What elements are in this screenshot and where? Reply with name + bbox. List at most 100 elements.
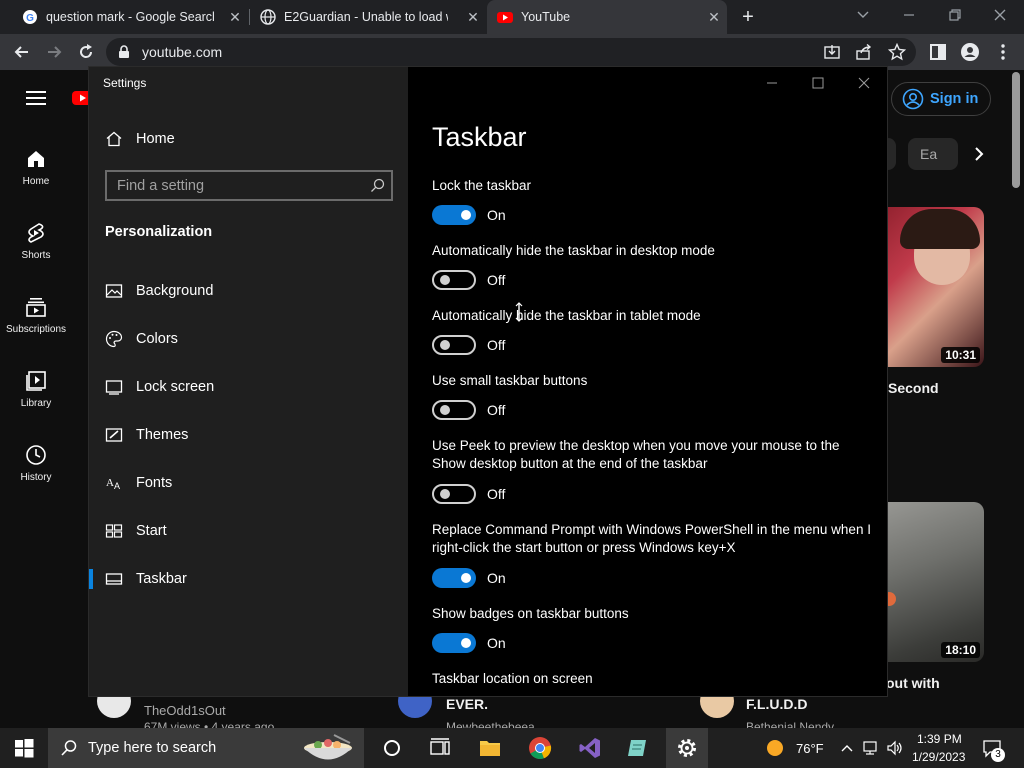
yt-nav-home[interactable]: Home (0, 148, 72, 187)
toggle-knob (440, 405, 450, 415)
nav-lock-screen[interactable]: Lock screen (89, 367, 408, 407)
peek-toggle[interactable] (432, 484, 476, 504)
address-bar[interactable]: youtube.com (106, 38, 916, 66)
taskbar-icon (105, 573, 123, 585)
close-tab-icon[interactable]: ✕ (228, 10, 242, 24)
scrollbar-thumb[interactable] (1012, 72, 1020, 188)
group-heading: Personalization (105, 224, 213, 240)
settings-sidebar: Settings Home Personalization Background… (89, 67, 408, 696)
browser-tab-google[interactable]: G question mark - Google Search ✕ (8, 0, 248, 34)
chevron-up-icon[interactable] (840, 742, 854, 754)
nav-start[interactable]: Start (89, 511, 408, 551)
notepad-icon[interactable] (626, 736, 650, 760)
network-icon[interactable] (862, 740, 880, 756)
browser-tab-youtube[interactable]: YouTube ✕ (487, 0, 727, 34)
close-icon[interactable] (854, 73, 874, 93)
reload-icon[interactable] (76, 42, 96, 62)
lock-taskbar-toggle[interactable] (432, 205, 476, 225)
taskbar-search-box[interactable]: Type here to search (48, 728, 364, 768)
toggle-knob (440, 275, 450, 285)
search-icon (61, 740, 77, 756)
close-window-icon[interactable] (993, 8, 1007, 22)
yt-nav-shorts[interactable]: Shorts (0, 222, 72, 261)
browser-tab-strip: G question mark - Google Search ✕ E2Guar… (0, 0, 1024, 34)
more-vertical-icon[interactable] (993, 42, 1013, 62)
maximize-icon[interactable] (808, 73, 828, 93)
channel-name[interactable]: TheOdd1sOut (144, 703, 226, 718)
autohide-tablet-toggle[interactable] (432, 335, 476, 355)
chevron-right-icon[interactable] (972, 146, 986, 162)
autohide-desktop-toggle[interactable] (432, 270, 476, 290)
badges-toggle[interactable] (432, 633, 476, 653)
minimize-icon[interactable] (902, 8, 916, 22)
video-title[interactable]: Second (888, 380, 939, 396)
close-tab-icon[interactable]: ✕ (466, 10, 480, 24)
nav-label: Background (136, 283, 214, 299)
nav-label: Home (136, 131, 175, 147)
nav-home[interactable]: Home (89, 119, 408, 159)
nav-taskbar[interactable]: Taskbar (89, 559, 408, 599)
taskbar-search-placeholder: Type here to search (88, 740, 217, 756)
volume-icon[interactable] (886, 740, 904, 756)
text-cursor-icon (515, 302, 523, 322)
setting-label: Automatically hide the taskbar in tablet… (432, 308, 701, 323)
windows-taskbar: Type here to search 76°F 1:39 PM 1/29/20… (0, 728, 1024, 768)
side-panel-icon[interactable] (928, 42, 948, 62)
video-title[interactable]: out with (886, 675, 940, 691)
toggle-knob (461, 638, 471, 648)
find-setting-search[interactable] (105, 170, 393, 201)
lock-icon[interactable] (118, 45, 130, 59)
nav-background[interactable]: Background (89, 271, 408, 311)
share-icon[interactable] (856, 44, 872, 60)
back-arrow-icon[interactable] (12, 42, 32, 62)
install-app-icon[interactable] (824, 44, 840, 60)
nav-label: Colors (136, 331, 178, 347)
channel-name[interactable]: Bethenial Nendy (746, 720, 834, 728)
sign-in-label: Sign in (930, 91, 979, 107)
browser-tab-e2guardian[interactable]: E2Guardian - Unable to load web ✕ (250, 0, 486, 34)
yt-nav-history[interactable]: History (0, 444, 72, 483)
clock-date[interactable]: 1/29/2023 (912, 750, 965, 764)
visual-studio-icon[interactable] (578, 736, 602, 760)
yt-nav-library[interactable]: Library (0, 370, 72, 409)
video-title[interactable]: F.L.U.D.D (746, 696, 807, 712)
yt-nav-label: Shorts (21, 250, 51, 261)
task-view-icon[interactable] (428, 736, 452, 760)
search-icon[interactable] (370, 178, 385, 193)
yt-nav-subscriptions[interactable]: Subscriptions (0, 296, 72, 335)
profile-icon[interactable] (960, 42, 980, 62)
small-buttons-toggle[interactable] (432, 400, 476, 420)
nav-fonts[interactable]: AA Fonts (89, 463, 408, 503)
weather-temp[interactable]: 76°F (796, 741, 824, 756)
search-input[interactable] (107, 172, 357, 199)
youtube-icon (497, 12, 513, 23)
toggle-knob (461, 573, 471, 583)
home-icon (106, 131, 122, 147)
powershell-toggle[interactable] (432, 568, 476, 588)
toggle-state: Off (487, 402, 506, 418)
nav-themes[interactable]: Themes (89, 415, 408, 455)
filter-chip[interactable]: Ea (908, 138, 958, 170)
minimize-icon[interactable] (762, 73, 782, 93)
channel-name[interactable]: Mewbeethebeea (446, 720, 535, 728)
nav-colors[interactable]: Colors (89, 319, 408, 359)
chrome-icon[interactable] (528, 736, 552, 760)
clock-time[interactable]: 1:39 PM (917, 732, 962, 746)
chevron-down-icon[interactable] (856, 8, 870, 22)
restore-icon[interactable] (948, 8, 962, 22)
file-explorer-icon[interactable] (478, 736, 502, 760)
cortana-icon[interactable] (380, 736, 404, 760)
video-duration: 10:31 (941, 347, 980, 363)
svg-text:A: A (114, 481, 120, 491)
video-title[interactable]: EVER. (446, 696, 488, 712)
sun-weather-icon[interactable] (766, 739, 784, 757)
new-tab-icon[interactable]: + (737, 6, 759, 28)
windows-start-icon[interactable] (12, 736, 36, 760)
sign-in-button[interactable]: Sign in (891, 82, 991, 116)
subscriptions-icon (26, 298, 46, 317)
bookmark-star-icon[interactable] (888, 43, 906, 61)
forward-arrow-icon[interactable] (44, 42, 64, 62)
settings-gear-icon[interactable] (675, 736, 699, 760)
close-tab-icon[interactable]: ✕ (707, 10, 721, 24)
hamburger-menu-icon[interactable] (26, 90, 46, 106)
